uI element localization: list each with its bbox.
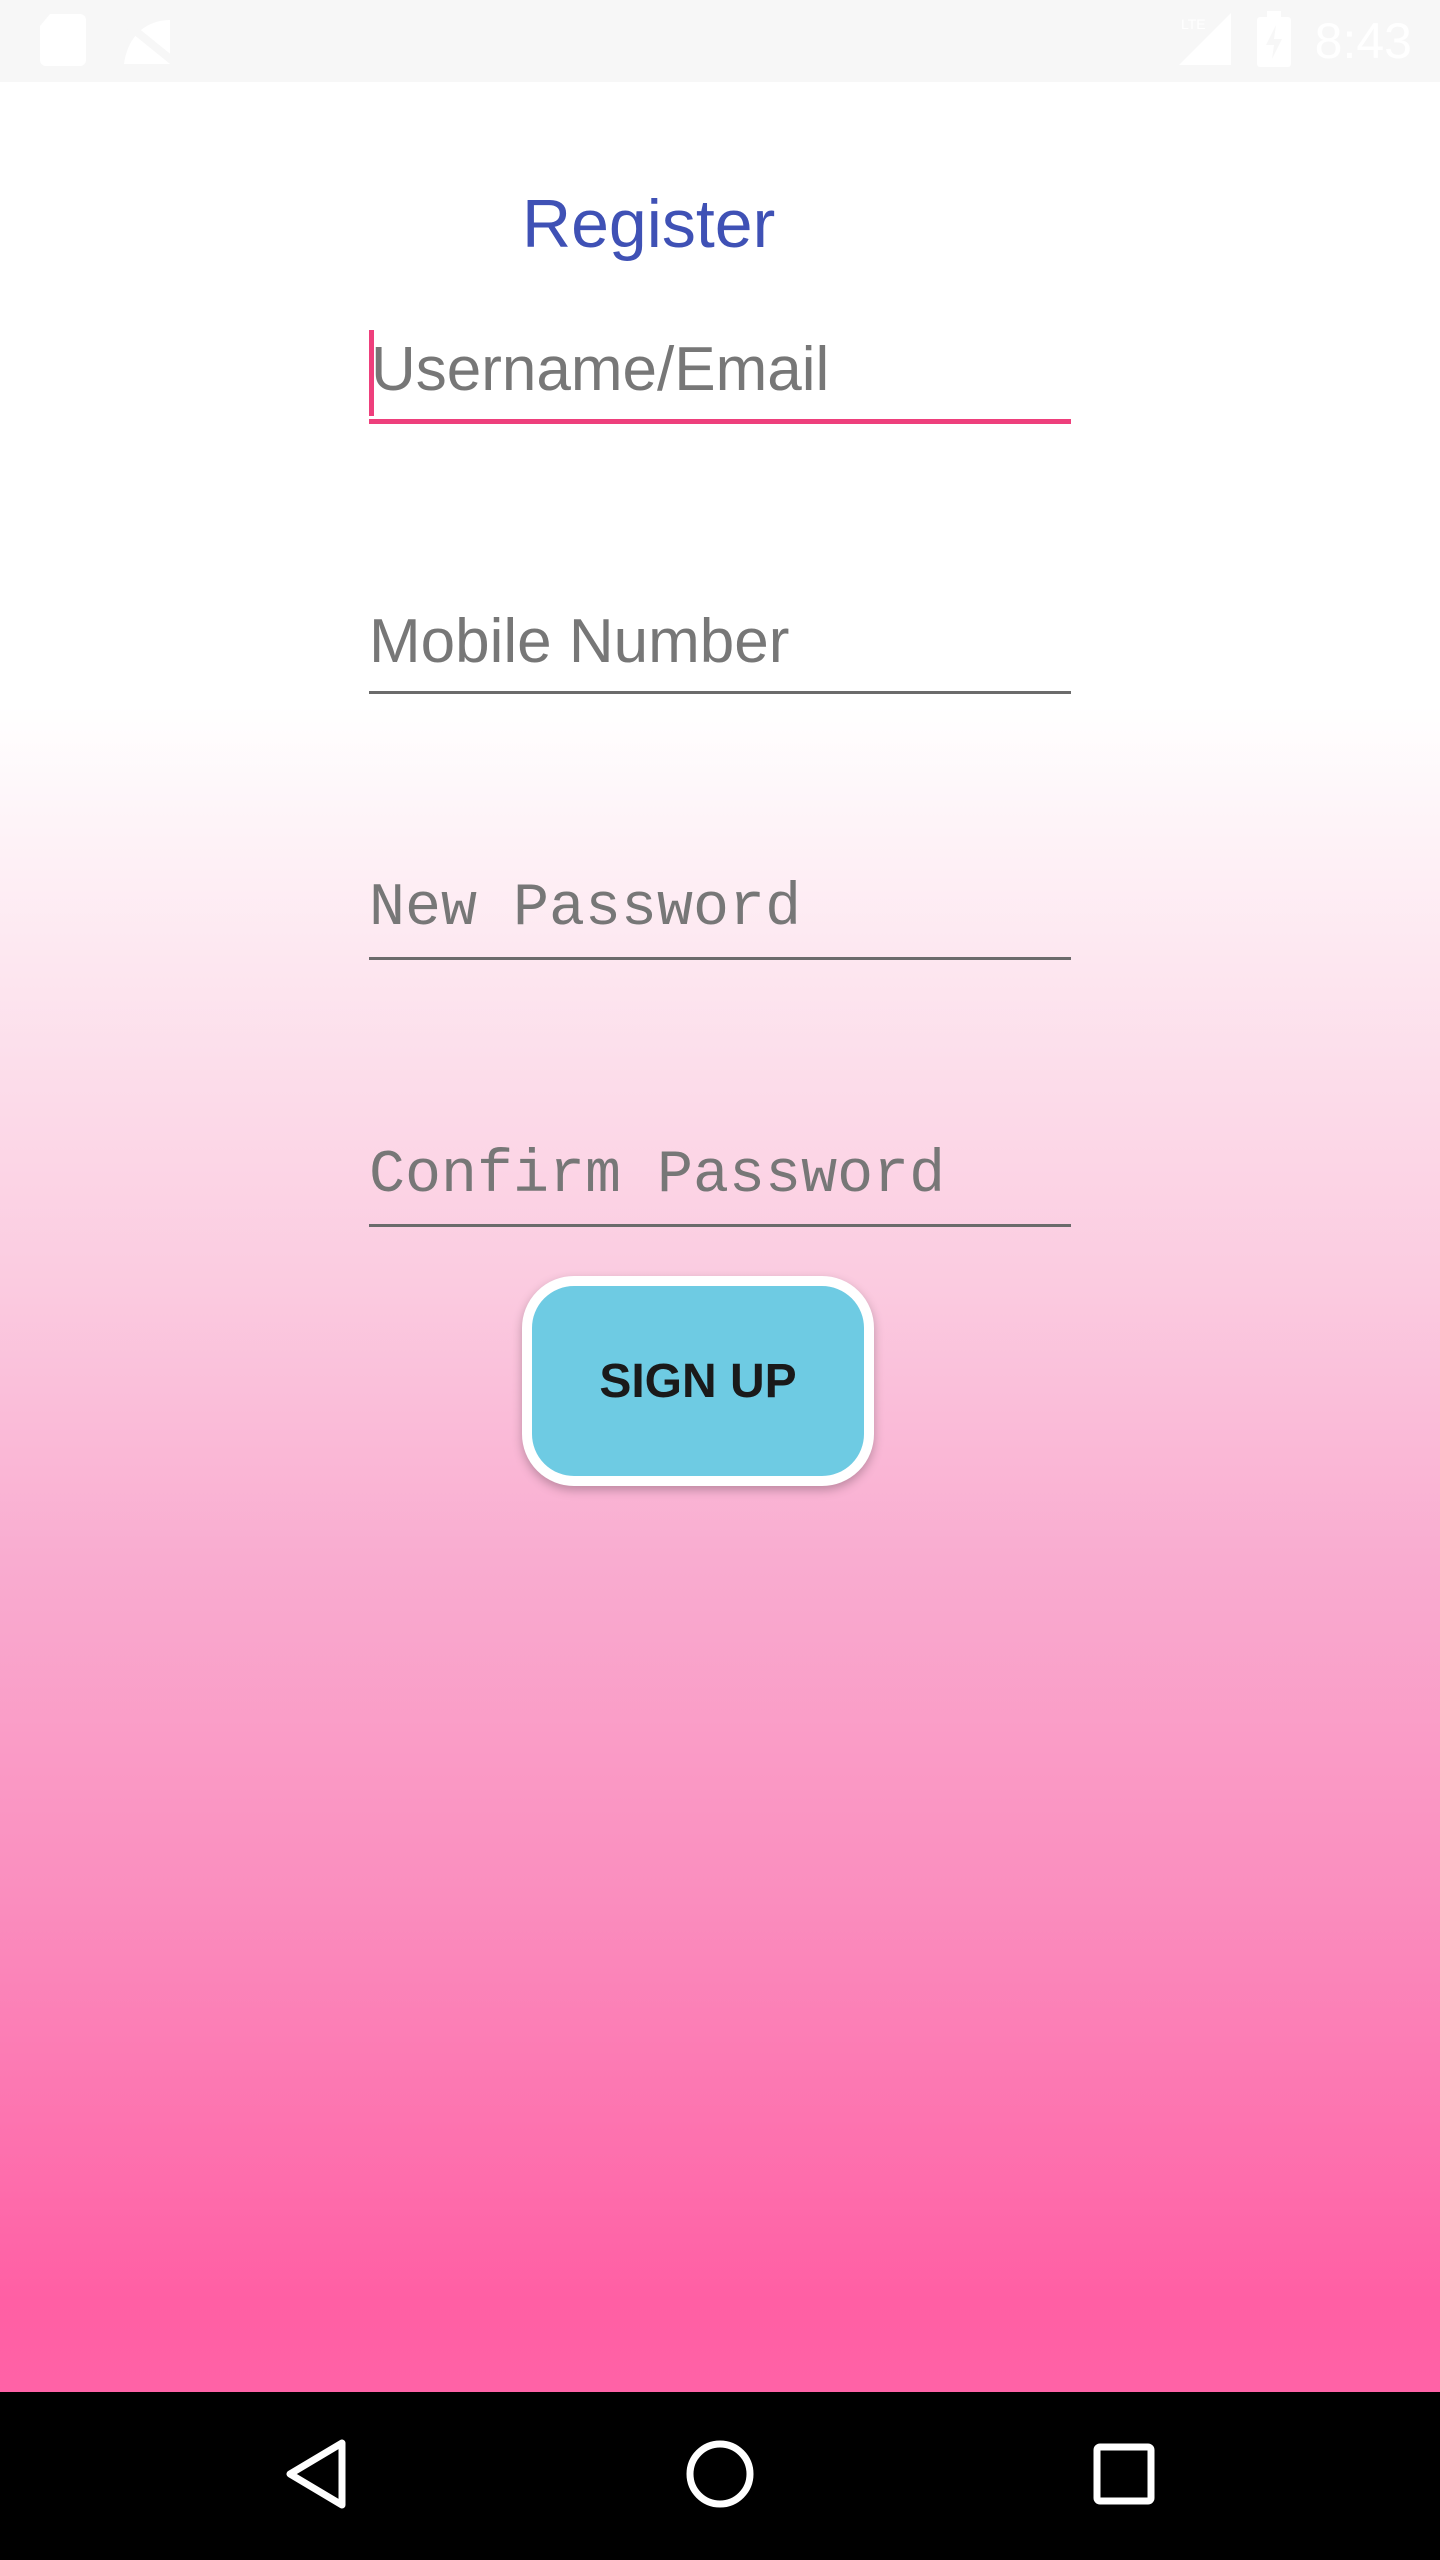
back-button[interactable] [236,2392,396,2560]
username-email-placeholder: Username/Email [371,335,830,404]
confirm-password-field[interactable]: Confirm Password [369,1133,1071,1227]
lte-signal-icon: LTE [1178,12,1233,70]
no-signal-icon [118,14,177,71]
new-password-placeholder: New Password [369,875,802,943]
confirm-password-placeholder: Confirm Password [369,1142,946,1210]
page-title: Register [522,186,776,262]
sd-card-icon [40,14,86,71]
battery-charging-icon [1256,10,1291,72]
navigation-bar [0,2392,1440,2560]
sign-up-button[interactable]: SIGN UP [522,1276,874,1486]
username-email-field[interactable]: Username/Email [369,330,1071,424]
mobile-number-field[interactable]: Mobile Number [369,600,1071,694]
back-icon [284,2439,348,2514]
register-screen: LTE 8:43 Register Username/Email Mobile … [0,0,1440,2560]
status-time: 8:43 [1314,13,1412,69]
recents-icon [1093,2443,1155,2510]
home-button[interactable] [640,2392,800,2560]
home-icon [685,2439,755,2514]
recents-button[interactable] [1044,2392,1204,2560]
mobile-number-placeholder: Mobile Number [369,607,790,676]
status-right: LTE 8:43 [1178,0,1412,82]
status-bar: LTE 8:43 [0,0,1440,82]
new-password-field[interactable]: New Password [369,866,1071,960]
register-content [0,82,1440,2392]
svg-text:LTE: LTE [1181,16,1206,32]
